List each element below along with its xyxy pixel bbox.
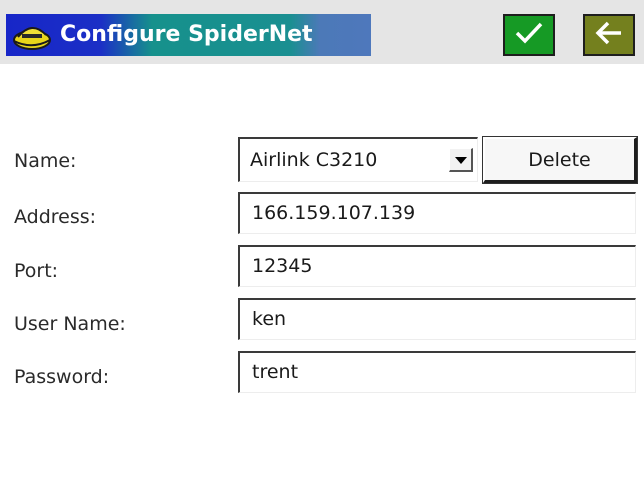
port-value: 12345 <box>252 255 313 277</box>
delete-button[interactable]: Delete <box>482 136 638 184</box>
port-field[interactable]: 12345 <box>238 245 636 287</box>
arrow-left-icon <box>594 20 624 50</box>
checkmark-icon <box>514 20 544 50</box>
title-bar: Configure SpiderNet <box>0 0 644 64</box>
ok-button[interactable] <box>503 14 555 56</box>
port-label: Port: <box>14 260 59 282</box>
spidernet-app-icon <box>10 18 54 52</box>
password-value: trent <box>252 361 299 383</box>
name-label: Name: <box>14 150 77 172</box>
name-select[interactable]: Airlink C3210 <box>238 137 478 182</box>
username-value: ken <box>252 308 287 330</box>
password-label: Password: <box>14 366 110 388</box>
password-field[interactable]: trent <box>238 351 636 393</box>
name-select-value: Airlink C3210 <box>250 149 378 171</box>
address-label: Address: <box>14 206 97 228</box>
username-label: User Name: <box>14 313 126 335</box>
window-title: Configure SpiderNet <box>60 22 313 47</box>
back-button[interactable] <box>583 14 635 56</box>
address-value: 166.159.107.139 <box>252 202 416 224</box>
username-field[interactable]: ken <box>238 298 636 340</box>
address-field[interactable]: 166.159.107.139 <box>238 192 636 234</box>
configure-spidernet-screen: Configure SpiderNet Name: Airlink C3210 … <box>0 0 644 481</box>
dropdown-arrow-icon[interactable] <box>449 148 473 172</box>
